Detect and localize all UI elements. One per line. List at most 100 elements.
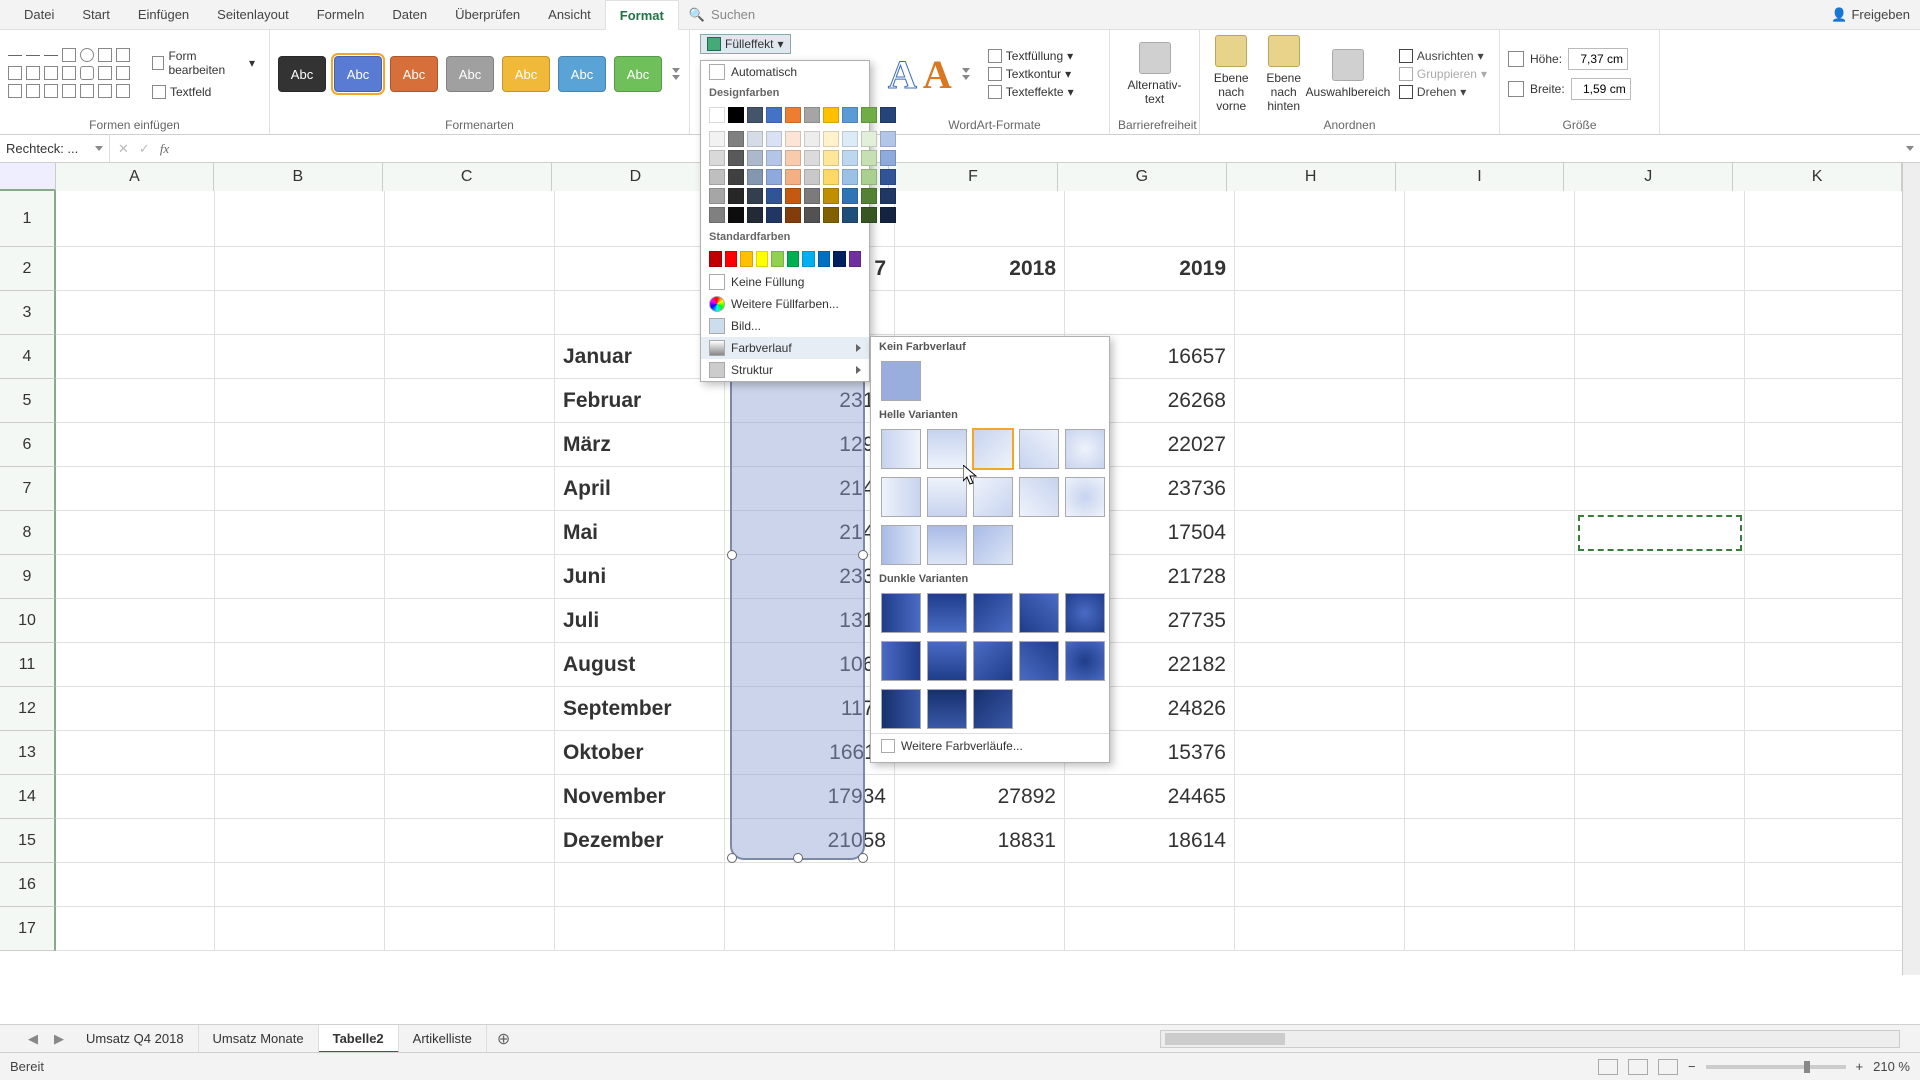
cell[interactable] [1405, 555, 1575, 599]
color-swatch[interactable] [728, 107, 744, 123]
cell[interactable]: März [555, 423, 725, 467]
color-swatch[interactable] [880, 188, 896, 204]
tab-format[interactable]: Format [605, 0, 679, 30]
cell[interactable] [215, 247, 385, 291]
color-swatch[interactable] [785, 107, 801, 123]
shape-style-preset[interactable]: Abc [502, 56, 550, 92]
cell[interactable] [56, 291, 215, 335]
alt-text-button[interactable]: Alternativ-text [1120, 42, 1190, 106]
color-swatch[interactable] [880, 131, 896, 147]
cell[interactable] [215, 467, 385, 511]
gradient-preset[interactable] [973, 641, 1013, 681]
sheet-tab[interactable]: Tabelle2 [319, 1025, 399, 1053]
cell[interactable] [1235, 291, 1405, 335]
cell[interactable] [1745, 819, 1915, 863]
view-pagelayout-button[interactable] [1628, 1059, 1648, 1075]
cell[interactable] [1405, 731, 1575, 775]
tell-me-search[interactable]: 🔍 Suchen [689, 7, 755, 23]
tab-data[interactable]: Daten [378, 0, 441, 30]
color-swatch[interactable] [804, 207, 820, 223]
cell[interactable] [215, 423, 385, 467]
cell[interactable] [215, 907, 385, 951]
color-swatch[interactable] [842, 188, 858, 204]
color-swatch[interactable] [756, 251, 769, 267]
tab-insert[interactable]: Einfügen [124, 0, 203, 30]
color-swatch[interactable] [728, 188, 744, 204]
cell[interactable] [1065, 863, 1235, 907]
row-header[interactable]: 16 [0, 863, 56, 907]
cell[interactable]: Februar [555, 379, 725, 423]
cell[interactable] [1405, 643, 1575, 687]
cell[interactable] [56, 643, 215, 687]
color-swatch[interactable] [861, 207, 877, 223]
fill-automatic[interactable]: Automatisch [701, 61, 869, 83]
cell[interactable] [1405, 291, 1575, 335]
color-swatch[interactable] [747, 131, 763, 147]
color-swatch[interactable] [804, 131, 820, 147]
standard-color-row[interactable] [701, 247, 869, 271]
cell[interactable] [1745, 687, 1915, 731]
gradient-none[interactable] [881, 361, 921, 401]
resize-handle[interactable] [858, 853, 868, 863]
color-swatch[interactable] [766, 150, 782, 166]
tab-review[interactable]: Überprüfen [441, 0, 534, 30]
cell[interactable] [1235, 335, 1405, 379]
gradient-preset[interactable] [881, 689, 921, 729]
gradient-preset[interactable] [973, 525, 1013, 565]
color-swatch[interactable] [804, 150, 820, 166]
tab-file[interactable]: Datei [10, 0, 68, 30]
cell[interactable] [1745, 643, 1915, 687]
cell[interactable] [385, 643, 555, 687]
tab-home[interactable]: Start [68, 0, 123, 30]
cell[interactable] [1065, 291, 1235, 335]
width-input[interactable] [1571, 78, 1631, 100]
sheet-tab[interactable]: Umsatz Monate [199, 1025, 319, 1053]
cell[interactable]: Oktober [555, 731, 725, 775]
cell[interactable] [895, 907, 1065, 951]
color-swatch[interactable] [804, 188, 820, 204]
row-header[interactable]: 15 [0, 819, 56, 863]
color-swatch[interactable] [842, 131, 858, 147]
color-swatch[interactable] [802, 251, 815, 267]
cell[interactable] [215, 191, 385, 247]
gradient-preset[interactable] [1065, 593, 1105, 633]
cell[interactable] [385, 775, 555, 819]
fill-more-colors[interactable]: Weitere Füllfarben... [701, 293, 869, 315]
cell[interactable] [56, 687, 215, 731]
cell[interactable]: April [555, 467, 725, 511]
row-header[interactable]: 6 [0, 423, 56, 467]
row-header[interactable]: 11 [0, 643, 56, 687]
tab-view[interactable]: Ansicht [534, 0, 605, 30]
height-input[interactable] [1568, 48, 1628, 70]
color-swatch[interactable] [833, 251, 846, 267]
row-header[interactable]: 10 [0, 599, 56, 643]
cell[interactable] [1405, 379, 1575, 423]
cell[interactable] [215, 731, 385, 775]
column-header[interactable]: B [214, 163, 383, 191]
cell[interactable] [1235, 555, 1405, 599]
cell[interactable] [1235, 423, 1405, 467]
gradient-preset[interactable] [881, 525, 921, 565]
color-swatch[interactable] [823, 107, 839, 123]
wordart-preset-2[interactable]: A [923, 51, 952, 98]
gradient-preset[interactable] [1065, 477, 1105, 517]
shape-style-preset[interactable]: Abc [390, 56, 438, 92]
row-header[interactable]: 1 [0, 191, 56, 247]
cell[interactable] [1575, 643, 1745, 687]
color-swatch[interactable] [709, 251, 722, 267]
color-swatch[interactable] [747, 169, 763, 185]
gradient-preset[interactable] [973, 477, 1013, 517]
cell[interactable] [1065, 907, 1235, 951]
color-swatch[interactable] [709, 169, 725, 185]
cell[interactable] [1065, 191, 1235, 247]
color-swatch[interactable] [747, 150, 763, 166]
gradient-preset[interactable] [973, 429, 1013, 469]
cell[interactable] [895, 191, 1065, 247]
cell[interactable] [1575, 335, 1745, 379]
tab-formulas[interactable]: Formeln [303, 0, 379, 30]
shape-style-preset[interactable]: Abc [558, 56, 606, 92]
row-headers[interactable]: 1234567891011121314151617 [0, 191, 56, 951]
cell[interactable] [1405, 775, 1575, 819]
fill-texture-submenu[interactable]: Struktur [701, 359, 869, 381]
cell[interactable] [1235, 467, 1405, 511]
